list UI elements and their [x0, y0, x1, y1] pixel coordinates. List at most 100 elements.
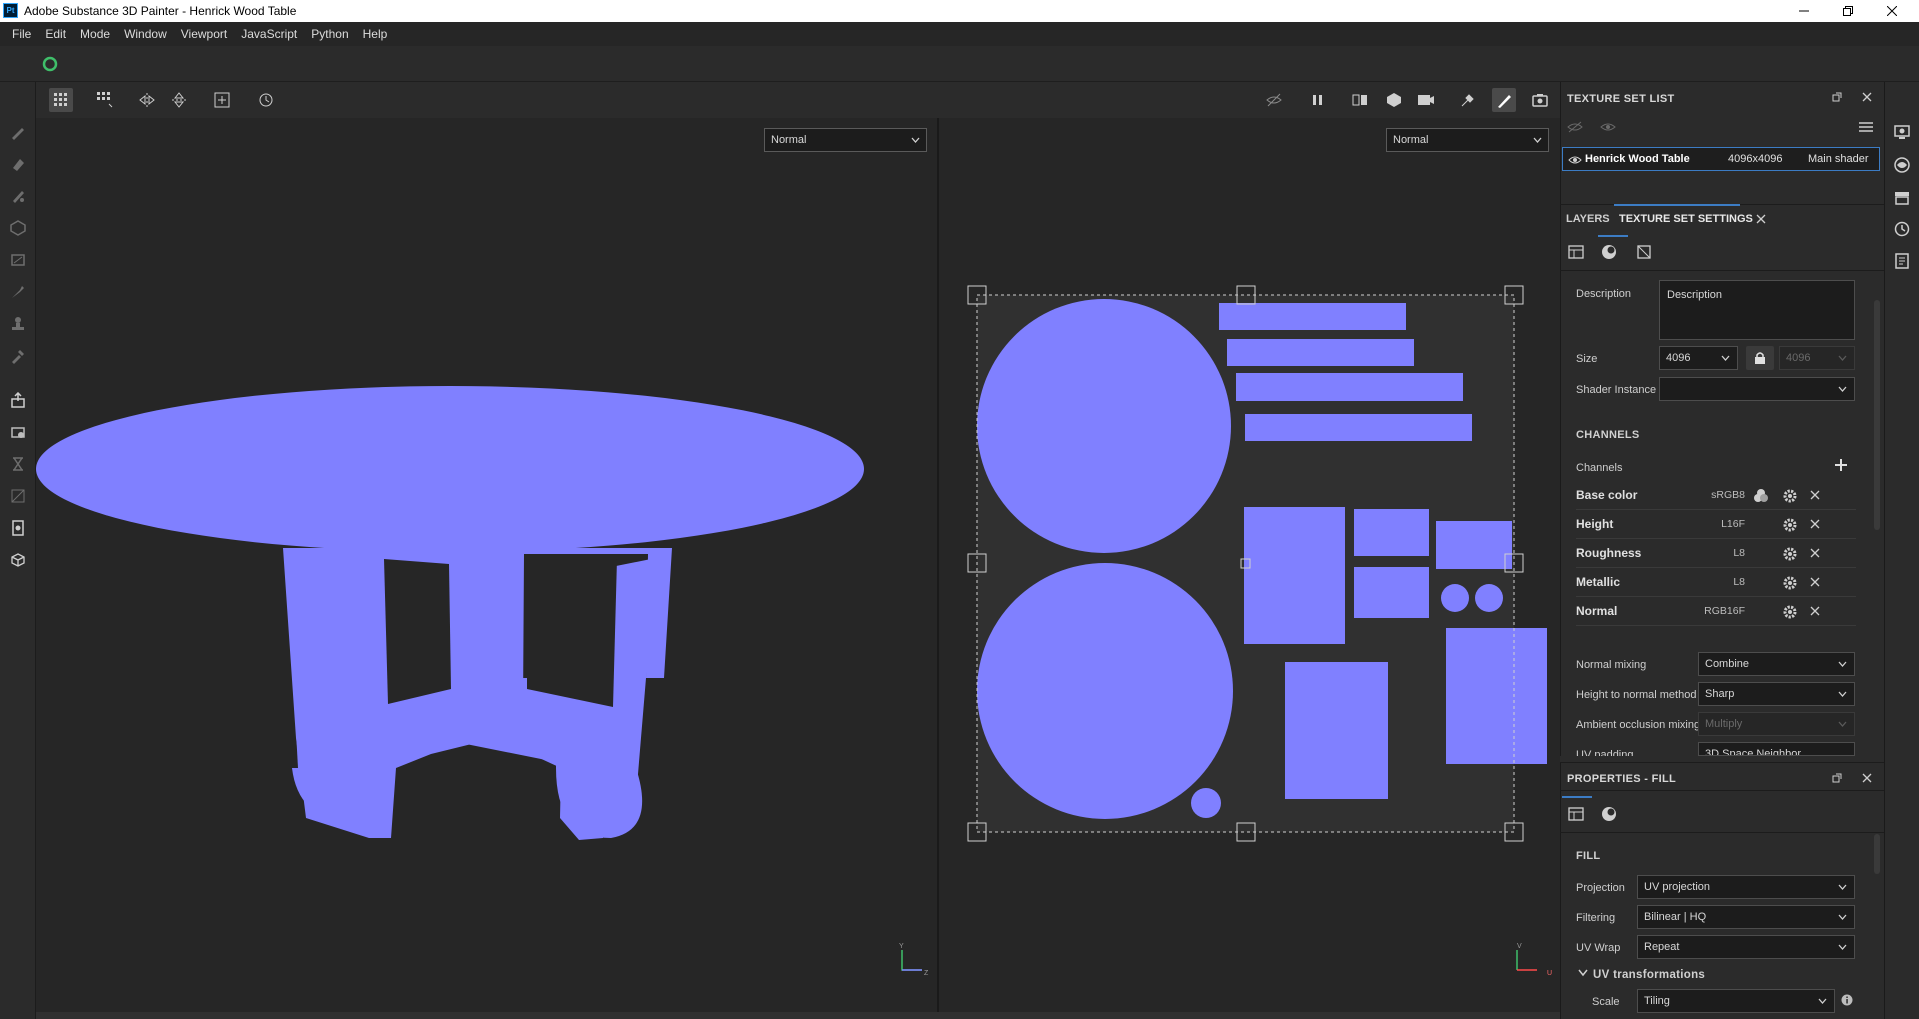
settings-panel-icon[interactable] [1568, 244, 1586, 262]
paint-brush-icon[interactable] [8, 122, 28, 142]
grid-view-icon[interactable] [49, 88, 73, 112]
clone-stamp-icon[interactable] [8, 314, 28, 334]
restore-button[interactable] [1826, 0, 1870, 22]
visibility-eye-icon [1568, 156, 1582, 164]
properties-settings-icon[interactable] [1568, 806, 1586, 824]
properties-divider [1560, 762, 1884, 763]
uv-transform-icon[interactable] [1636, 244, 1654, 262]
history-icon[interactable] [254, 88, 278, 112]
close-tab-icon[interactable] [1756, 214, 1768, 226]
channel-row[interactable]: Metallic L8 [1576, 568, 1856, 597]
fill-header: FILL [1576, 850, 1601, 862]
menu-window[interactable]: Window [117, 22, 174, 46]
properties-material-icon[interactable] [1601, 806, 1619, 824]
texture-set-item[interactable]: Henrick Wood Table 4096x4096 Main shader [1562, 147, 1880, 171]
channel-row[interactable]: Normal RGB16F [1576, 597, 1856, 626]
tab-texture-set-settings[interactable]: TEXTURE SET SETTINGS [1619, 213, 1753, 225]
uv-padding-dropdown[interactable]: 3D Space Neighbor [1698, 742, 1855, 756]
uv-transformations-label[interactable]: UV transformations [1593, 969, 1705, 981]
properties-scrollbar[interactable] [1874, 834, 1880, 874]
size-dropdown[interactable]: 4096 [1659, 346, 1738, 370]
normal-mixing-dropdown[interactable]: Combine [1698, 652, 1855, 676]
close-panel-icon[interactable] [1862, 92, 1874, 104]
viewport-2d[interactable]: Normal V U [939, 118, 1560, 1012]
shader-instance-dropdown[interactable] [1659, 377, 1855, 401]
minimize-button[interactable] [1782, 0, 1826, 22]
channel-row[interactable]: Height L16F [1576, 510, 1856, 539]
chevron-down-icon [1578, 969, 1588, 977]
display-settings-icon[interactable] [1893, 123, 1911, 141]
3d-view-icon[interactable] [1382, 88, 1406, 112]
lighting-icon[interactable] [1456, 88, 1480, 112]
geometry-mask-icon[interactable] [8, 250, 28, 270]
plugin-status-icon[interactable] [42, 56, 58, 72]
bake-icon[interactable] [8, 422, 28, 442]
eraser-icon[interactable] [8, 154, 28, 174]
channels-header: CHANNELS [1576, 429, 1640, 441]
projection-dropdown[interactable]: UV projection [1637, 875, 1855, 899]
gear-icon [1783, 605, 1797, 619]
add-frame-icon[interactable] [210, 88, 234, 112]
menu-file[interactable]: File [5, 22, 38, 46]
add-channel-button[interactable] [1834, 458, 1850, 474]
log-icon[interactable] [1893, 252, 1911, 270]
remove-channel-icon [1810, 519, 1820, 529]
menu-mode[interactable]: Mode [73, 22, 117, 46]
show-all-icon[interactable] [1600, 121, 1616, 135]
smudge-icon[interactable] [8, 282, 28, 302]
tab-layers[interactable]: LAYERS [1566, 213, 1610, 225]
height-to-normal-dropdown[interactable]: Sharp [1698, 682, 1855, 706]
texture-set-scrollbar[interactable] [1874, 300, 1880, 530]
undock-icon[interactable] [1832, 92, 1844, 104]
menu-icon[interactable] [1859, 121, 1875, 135]
info-icon[interactable] [1841, 994, 1855, 1008]
projection-icon[interactable] [8, 186, 28, 206]
mirror-vertical-icon[interactable] [167, 88, 191, 112]
shader-settings-icon[interactable] [1893, 156, 1911, 174]
ao-mixing-value: Multiply [1705, 718, 1743, 730]
material-sphere-icon[interactable] [1601, 244, 1619, 262]
channel-row[interactable]: Base color sRGB8 [1576, 481, 1856, 510]
description-input[interactable]: Description [1659, 280, 1855, 340]
uv-tool-icon[interactable] [8, 486, 28, 506]
normal-mixing-label: Normal mixing [1576, 659, 1647, 671]
document-icon[interactable] [8, 518, 28, 538]
ao-mixing-dropdown: Multiply [1698, 712, 1855, 736]
camera-icon[interactable] [1414, 88, 1438, 112]
collapse-uv-transformations[interactable] [1578, 969, 1592, 983]
properties-subtab-divider [1560, 832, 1884, 833]
tiling-icon[interactable] [93, 88, 117, 112]
channel-name: Roughness [1576, 546, 1642, 560]
menu-help[interactable]: Help [356, 22, 395, 46]
menu-python[interactable]: Python [304, 22, 355, 46]
hide-all-icon[interactable] [1567, 121, 1583, 135]
hide-icon[interactable] [1262, 88, 1286, 112]
pause-icon[interactable] [1306, 88, 1330, 112]
scale-dropdown[interactable]: Tiling [1637, 989, 1835, 1013]
mirror-horizontal-icon[interactable] [135, 88, 159, 112]
menu-javascript[interactable]: JavaScript [234, 22, 304, 46]
menu-edit[interactable]: Edit [38, 22, 73, 46]
screenshot-icon[interactable] [1528, 88, 1552, 112]
3d-mesh-icon[interactable] [8, 550, 28, 570]
color-picker-icon[interactable] [8, 346, 28, 366]
filtering-label: Filtering [1576, 912, 1616, 924]
channel-row[interactable]: Roughness L8 [1576, 539, 1856, 568]
assets-icon[interactable] [1893, 188, 1911, 206]
export-icon[interactable] [8, 390, 28, 410]
viewport-3d[interactable]: Normal Y Z [36, 118, 937, 1012]
iray-render-icon[interactable] [8, 454, 28, 474]
brush-mode-icon[interactable] [1492, 88, 1516, 112]
chevron-down-icon [1838, 914, 1847, 920]
menu-viewport[interactable]: Viewport [174, 22, 234, 46]
filtering-dropdown[interactable]: Bilinear | HQ [1637, 905, 1855, 929]
close-panel-icon[interactable] [1862, 773, 1874, 785]
close-window-button[interactable] [1870, 0, 1914, 22]
polygon-fill-icon[interactable] [8, 218, 28, 238]
undock-icon[interactable] [1832, 773, 1844, 785]
size-lock-button[interactable] [1746, 346, 1774, 370]
history-dock-icon[interactable] [1893, 220, 1911, 238]
split-view-icon[interactable] [1348, 88, 1372, 112]
uv-wrap-dropdown[interactable]: Repeat [1637, 935, 1855, 959]
uv-layout [967, 285, 1547, 842]
